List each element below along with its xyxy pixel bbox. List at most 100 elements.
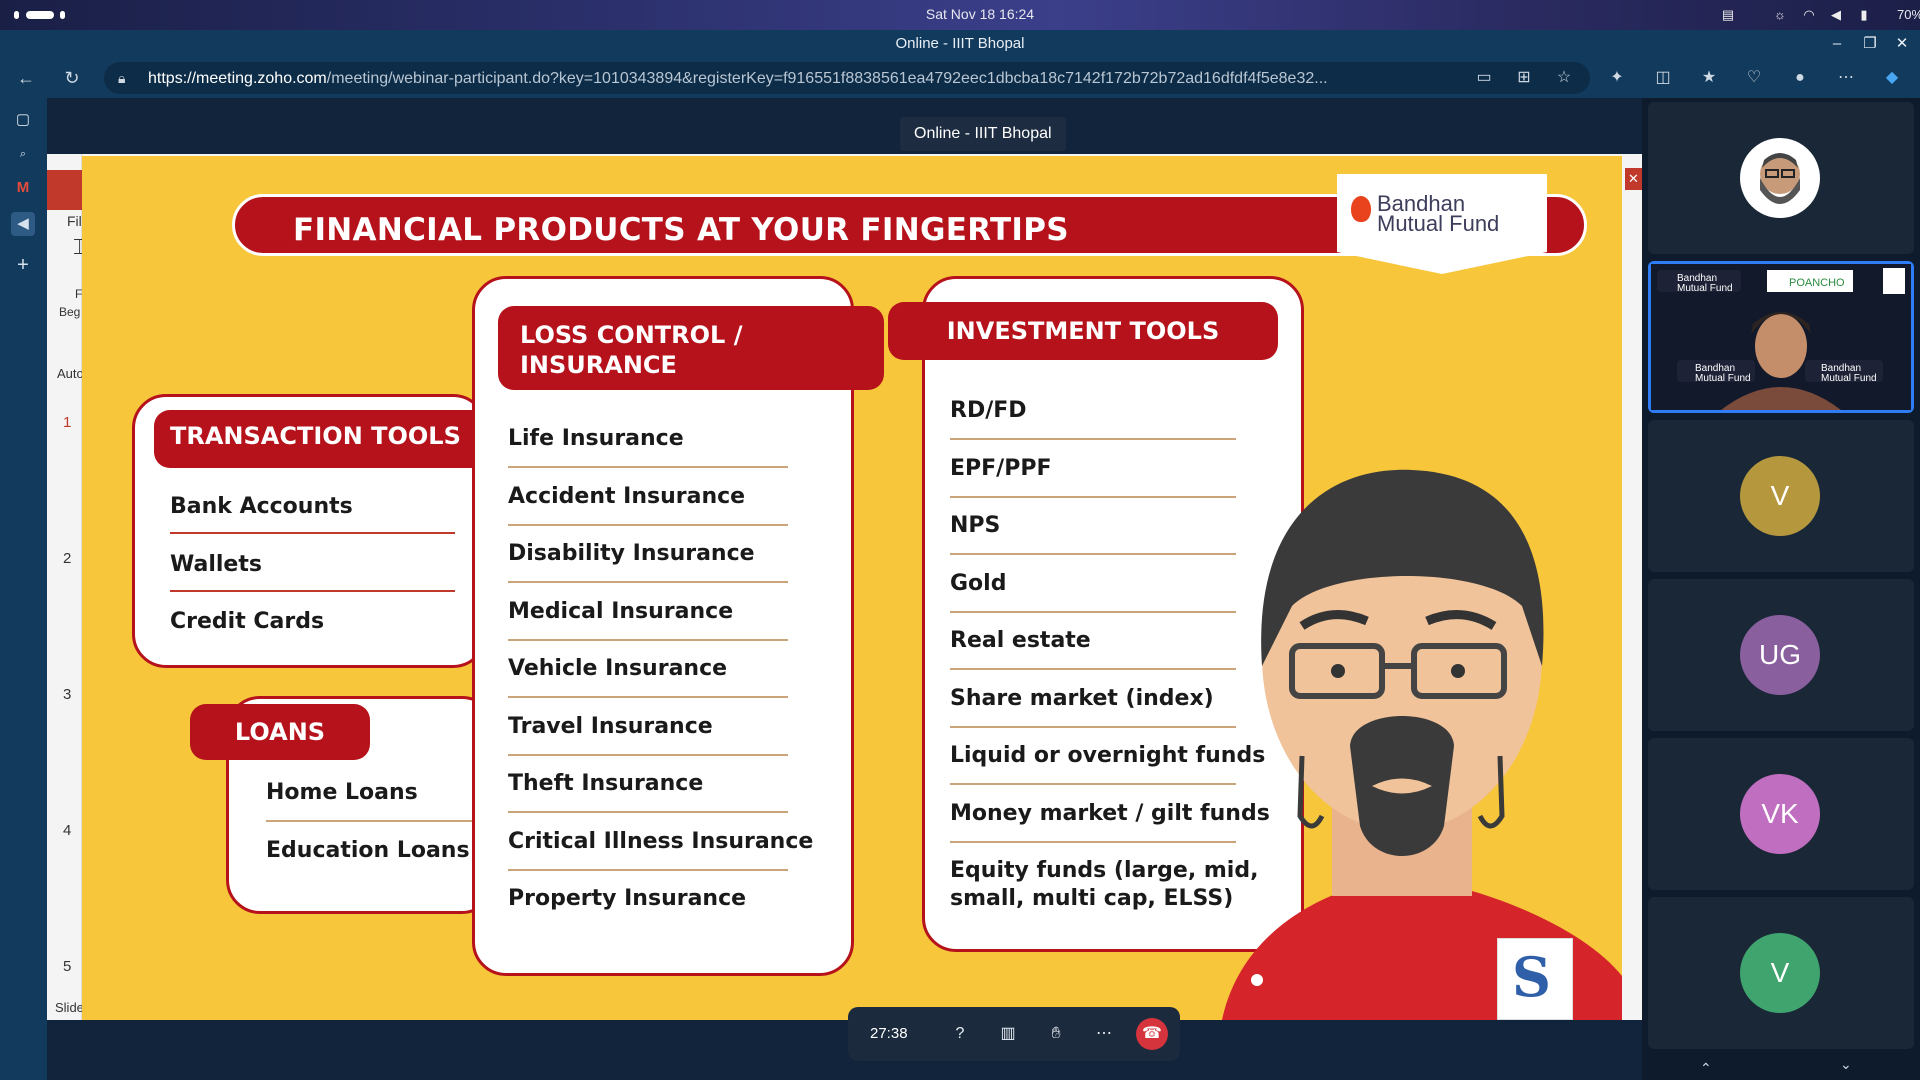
divider [950, 668, 1236, 670]
split-screen-icon[interactable]: ◫ [1651, 66, 1675, 90]
leave-call-icon[interactable]: ☎︎ [1136, 1018, 1168, 1050]
camera-brand-label: Bandhan Mutual Fund [1695, 363, 1751, 384]
divider [170, 590, 455, 592]
back-icon[interactable]: ← [14, 66, 38, 90]
add-tab-icon[interactable]: + [11, 253, 35, 277]
lock-icon[interactable]: 🔒︎ [118, 70, 125, 87]
list-item: NPS [950, 513, 1001, 538]
divider [508, 753, 788, 756]
list-item: Theft Insurance [508, 771, 704, 796]
divider [950, 553, 1236, 555]
favorite-star-icon[interactable]: ☆ [1552, 66, 1576, 90]
extensions-icon[interactable]: ✦ [1605, 66, 1629, 90]
divider [508, 638, 788, 641]
workspace-active[interactable] [26, 11, 54, 19]
meeting-controls: 27:38 ? ▥ ✋︎ ⋯ ☎︎ [848, 1007, 1180, 1061]
participant-tile[interactable]: V [1648, 897, 1914, 1049]
list-item: Property Insurance [508, 886, 747, 911]
more-menu-icon[interactable]: ⋯ [1834, 66, 1858, 90]
slide-number[interactable]: 1 [63, 414, 71, 431]
participant-tile[interactable]: UG [1648, 579, 1914, 731]
investment-heading: INVESTMENT TOOLS [888, 302, 1278, 360]
reader-mode-icon[interactable]: ▭ [1472, 66, 1496, 90]
participant-panel: Bandhan Mutual Fund POANCHO Bandhan Mutu… [1642, 98, 1920, 1080]
list-item: Vehicle Insurance [508, 656, 728, 681]
minimize-icon[interactable]: – [1827, 34, 1847, 54]
ppt-left-strip [47, 154, 82, 1020]
list-item: RD/FD [950, 398, 1027, 423]
brightness-icon[interactable]: ☼ [1772, 7, 1788, 23]
slide-number[interactable]: 2 [63, 550, 71, 567]
logo-text: Bandhan Mutual Fund [1377, 193, 1500, 236]
divider [508, 523, 788, 526]
scroll-up-icon[interactable]: ⌃ [1700, 1060, 1712, 1077]
battery-level: 70% [1897, 7, 1920, 22]
url-text[interactable]: https://meeting.zoho.com/meeting/webinar… [148, 70, 1568, 88]
profile-avatar-icon[interactable]: ● [1788, 66, 1812, 90]
os-top-bar: Sat Nov 18 16:24 ▤ ☼ ◠ ◀ ▮ 70% [0, 0, 1920, 30]
workspace-dot[interactable] [14, 11, 19, 19]
browser-toolbar: ← ↻ 🔒︎ https://meeting.zoho.com/meeting/… [0, 58, 1920, 98]
list-item: Credit Cards [170, 609, 325, 634]
list-item: Gold [950, 570, 1007, 596]
meeting-timer: 27:38 [870, 1025, 908, 1042]
ppt-slide-label: Slide [55, 1000, 84, 1015]
list-item: Critical Illness Insurance [508, 828, 814, 854]
browser-title-bar: Online - IIIT Bhopal – ❐ ✕ [0, 30, 1920, 58]
gmail-icon[interactable]: M [11, 176, 35, 200]
reload-icon[interactable]: ↻ [60, 66, 84, 90]
wifi-icon[interactable]: ◠ [1801, 7, 1817, 23]
scroll-down-icon[interactable]: ⌄ [1840, 1056, 1852, 1073]
list-item: Disability Insurance [508, 541, 755, 566]
audio-tab-icon[interactable]: ◀ [11, 212, 35, 236]
list-item: Travel Insurance [508, 713, 713, 739]
qa-icon[interactable]: ? [944, 1018, 976, 1050]
browser-sidebar: ▢ ⌕ M ◀ + [0, 98, 47, 1080]
clipboard-icon[interactable]: ▤ [1720, 7, 1736, 23]
url-host: https://meeting.zoho.com [148, 70, 327, 87]
volume-icon[interactable]: ◀ [1828, 7, 1844, 23]
restore-icon[interactable]: ❐ [1860, 34, 1880, 54]
workspace-dot[interactable] [60, 11, 65, 19]
divider [508, 811, 788, 813]
favorites-icon[interactable]: ★ [1697, 66, 1721, 90]
participant-photo [1740, 138, 1820, 218]
raise-hand-icon[interactable]: ✋︎ [1040, 1018, 1072, 1050]
ppt-label-beg: Beg [59, 305, 81, 319]
loans-heading: LOANS [190, 704, 370, 760]
window-title: Online - IIIT Bhopal [895, 35, 1025, 52]
insurance-heading: LOSS CONTROL / INSURANCE [498, 306, 884, 390]
system-clock[interactable]: Sat Nov 18 16:24 [880, 6, 1080, 22]
avatar: V [1740, 456, 1820, 536]
participant-tile-speaking[interactable]: Bandhan Mutual Fund POANCHO Bandhan Mutu… [1648, 261, 1914, 413]
more-options-icon[interactable]: ⋯ [1088, 1018, 1120, 1050]
list-item: Life Insurance [508, 426, 684, 451]
list-item: Home Loans [266, 780, 418, 805]
participant-tile[interactable] [1648, 102, 1914, 254]
ppt-ribbon-tab [47, 170, 82, 210]
close-window-icon[interactable]: ✕ [1892, 34, 1912, 54]
list-item: Education Loans [266, 838, 470, 863]
divider [950, 438, 1236, 440]
slide: FINANCIAL PRODUCTS AT YOUR FINGERTIPS Ba… [82, 156, 1622, 1020]
divider [266, 820, 486, 822]
logo-line2: Mutual Fund [1377, 211, 1500, 236]
battery-icon[interactable]: ▮ [1856, 7, 1872, 23]
tab-actions-icon[interactable]: ▢ [11, 108, 35, 132]
list-item: Medical Insurance [508, 598, 734, 624]
slide-number[interactable]: 5 [63, 958, 71, 975]
poll-icon[interactable]: ▥ [992, 1018, 1024, 1050]
list-item: Money market / gilt funds [950, 800, 1270, 826]
slide-number[interactable]: 4 [63, 822, 71, 839]
copilot-icon[interactable]: ◆ [1880, 66, 1904, 90]
browser-essentials-icon[interactable]: ♡ [1742, 66, 1766, 90]
participant-tile[interactable]: VK [1648, 738, 1914, 890]
camera-brand-label: Bandhan Mutual Fund [1821, 363, 1877, 384]
slide-number[interactable]: 3 [63, 686, 71, 703]
participant-tile[interactable]: V [1648, 420, 1914, 572]
app-available-icon[interactable]: ⊞ [1512, 66, 1536, 90]
address-bar[interactable]: 🔒︎ https://meeting.zoho.com/meeting/webi… [104, 62, 1590, 94]
divider [508, 868, 788, 871]
search-icon[interactable]: ⌕ [11, 142, 35, 166]
bandhan-logo-badge: Bandhan Mutual Fund [1337, 174, 1547, 274]
